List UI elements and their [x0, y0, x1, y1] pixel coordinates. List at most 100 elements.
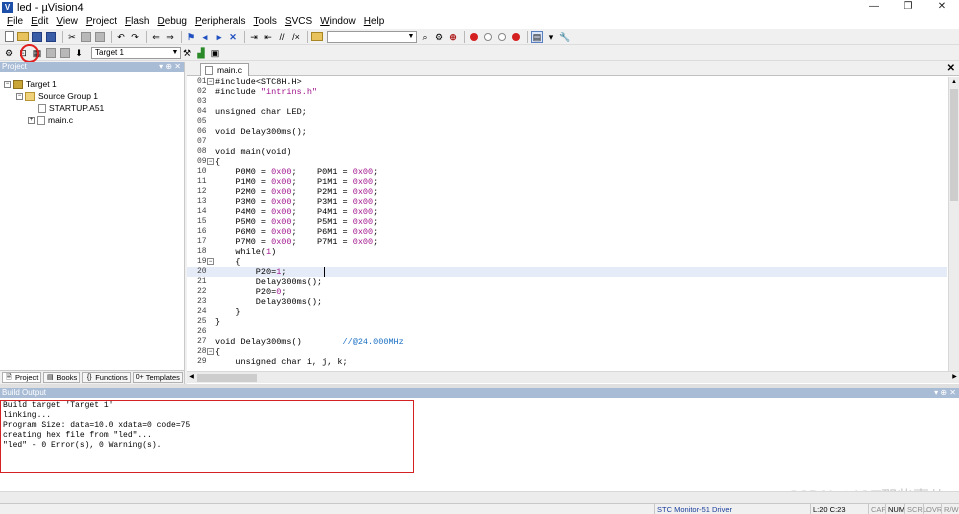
find-in-files-icon[interactable]	[311, 31, 323, 43]
code-line[interactable]: 03	[187, 97, 947, 107]
save-icon[interactable]	[31, 31, 43, 43]
menu-svcs[interactable]: SVCS	[281, 15, 316, 29]
tab-books[interactable]: ▤ Books	[43, 372, 81, 383]
code-line[interactable]: 16 P6M0 = 0x00; P6M1 = 0x00;	[187, 227, 947, 237]
scroll-right-icon[interactable]: ▶	[950, 372, 959, 383]
disable-breakpoint-icon[interactable]	[482, 31, 494, 43]
minimize-button[interactable]: —	[857, 0, 891, 15]
fold-toggle-icon[interactable]: −	[207, 158, 214, 165]
chevron-down-icon[interactable]: ▾	[545, 31, 557, 43]
pane-controls[interactable]: ▾ ⊕ ✕	[159, 62, 181, 72]
fold-toggle-icon[interactable]: −	[207, 348, 214, 355]
indent-icon[interactable]: ⇥	[248, 31, 260, 43]
chevron-down-icon[interactable]: ▼	[170, 48, 180, 58]
code-editor[interactable]: 01− #include<STC8H.H> 02 #include "intrins.…	[187, 77, 947, 371]
code-line[interactable]: 24 }	[187, 307, 947, 317]
select-packs-icon[interactable]: ▣	[209, 47, 221, 59]
cut-icon[interactable]: ✂	[66, 31, 78, 43]
restore-button[interactable]: ❐	[891, 0, 925, 15]
menu-view[interactable]: View	[52, 15, 82, 29]
code-line[interactable]: 15 P5M0 = 0x00; P5M1 = 0x00;	[187, 217, 947, 227]
code-line[interactable]: 09−{	[187, 157, 947, 167]
build-icon[interactable]: ⊡	[17, 47, 29, 59]
horizontal-scrollbar[interactable]	[0, 491, 959, 503]
scroll-left-icon[interactable]: ◀	[187, 372, 196, 383]
code-line[interactable]: 11 P1M0 = 0x00; P1M1 = 0x00;	[187, 177, 947, 187]
fold-toggle-icon[interactable]: −	[207, 258, 214, 265]
download-icon[interactable]: ⬇	[73, 47, 85, 59]
code-line[interactable]: 19− {	[187, 257, 947, 267]
code-line[interactable]: 22 P20=0;	[187, 287, 947, 297]
code-line[interactable]: 07	[187, 137, 947, 147]
menu-edit[interactable]: Edit	[27, 15, 52, 29]
code-line[interactable]: 08 void main(void)	[187, 147, 947, 157]
code-line[interactable]: 10 P0M0 = 0x00; P0M1 = 0x00;	[187, 167, 947, 177]
target-options-icon[interactable]: ⚒	[181, 47, 193, 59]
batch-build-icon[interactable]	[45, 47, 57, 59]
disable-all-breakpoints-icon[interactable]	[496, 31, 508, 43]
code-line[interactable]: 27 void Delay300ms() //@24.000MHz	[187, 337, 947, 347]
manage-project-items-icon[interactable]: ▟	[195, 47, 207, 59]
clear-bookmarks-icon[interactable]: ✕	[227, 31, 239, 43]
horizontal-scrollbar[interactable]: ◀ ▶	[187, 371, 959, 383]
menu-help[interactable]: Help	[360, 15, 389, 29]
code-line[interactable]: 12 P2M0 = 0x00; P2M1 = 0x00;	[187, 187, 947, 197]
scrollbar-thumb[interactable]	[950, 89, 958, 201]
code-line[interactable]: 25}	[187, 317, 947, 327]
collapse-icon[interactable]: −	[4, 80, 11, 88]
menu-flash[interactable]: Flash	[121, 15, 153, 29]
close-window-button[interactable]: ✕	[925, 0, 959, 15]
undo-icon[interactable]: ↶	[115, 31, 127, 43]
window-layout-icon[interactable]: ▤	[531, 30, 543, 43]
close-icon[interactable]: ✕	[947, 63, 955, 74]
find-combo-box[interactable]: ▼	[327, 30, 417, 43]
menu-project[interactable]: Project	[82, 15, 121, 29]
code-line[interactable]: 05	[187, 117, 947, 127]
uncomment-icon[interactable]: /×	[290, 31, 302, 43]
previous-bookmark-icon[interactable]: ◂	[199, 31, 211, 43]
tab-functions[interactable]: {} Functions	[82, 372, 131, 383]
menu-window[interactable]: Window	[316, 15, 360, 29]
code-line[interactable]: 06 void Delay300ms();	[187, 127, 947, 137]
configure-wrench-icon[interactable]: 🔧	[559, 31, 571, 43]
vertical-scrollbar[interactable]: ▲	[948, 77, 959, 371]
insert-bookmark-icon[interactable]: ⚑	[185, 31, 197, 43]
code-line[interactable]: 13 P3M0 = 0x00; P3M1 = 0x00;	[187, 197, 947, 207]
menu-peripherals[interactable]: Peripherals	[191, 15, 250, 29]
tab-main-c[interactable]: main.c	[200, 63, 250, 76]
code-line[interactable]: 04 unsigned char LED;	[187, 107, 947, 117]
tab-project[interactable]: 🗎 Project	[2, 372, 42, 383]
next-bookmark-icon[interactable]: ▸	[213, 31, 225, 43]
navigate-back-icon[interactable]: ⇐	[150, 31, 162, 43]
expand-icon[interactable]: +	[28, 116, 35, 124]
code-line[interactable]: 21 Delay300ms();	[187, 277, 947, 287]
code-line[interactable]: 01− #include<STC8H.H>	[187, 77, 947, 87]
navigate-forward-icon[interactable]: ⇒	[164, 31, 176, 43]
translate-icon[interactable]: ⚙	[3, 47, 15, 59]
rebuild-icon[interactable]: ▦	[31, 47, 43, 59]
scroll-up-icon[interactable]: ▲	[949, 77, 959, 87]
code-line[interactable]: 28−{	[187, 347, 947, 357]
unindent-icon[interactable]: ⇤	[262, 31, 274, 43]
code-line[interactable]: 29 unsigned char i, j, k;	[187, 357, 947, 367]
code-line[interactable]: 14 P4M0 = 0x00; P4M1 = 0x00;	[187, 207, 947, 217]
kill-all-breakpoints-icon[interactable]	[510, 31, 522, 43]
copy-icon[interactable]	[80, 31, 92, 43]
code-line[interactable]: 18 while(1)	[187, 247, 947, 257]
menu-file[interactable]: File	[3, 15, 27, 29]
incremental-find-icon[interactable]: ⚙	[433, 31, 445, 43]
pane-controls[interactable]: ▾ ⊕ ✕	[934, 388, 956, 398]
chevron-down-icon[interactable]: ▼	[406, 32, 416, 42]
comment-icon[interactable]: //	[276, 31, 288, 43]
redo-icon[interactable]: ↷	[129, 31, 141, 43]
tree-item-file[interactable]: STARTUP.A51	[38, 102, 104, 114]
menu-debug[interactable]: Debug	[153, 15, 190, 29]
save-all-icon[interactable]	[45, 31, 57, 43]
open-folder-icon[interactable]	[17, 31, 29, 43]
code-line[interactable]: 02 #include "intrins.h"	[187, 87, 947, 97]
code-line[interactable]: 17 P7M0 = 0x00; P7M1 = 0x00;	[187, 237, 947, 247]
new-file-icon[interactable]	[3, 31, 15, 43]
debug-session-icon[interactable]: ⊕	[447, 31, 459, 43]
tree-item-target[interactable]: − Target 1	[4, 78, 57, 90]
breakpoint-icon[interactable]	[468, 31, 480, 43]
